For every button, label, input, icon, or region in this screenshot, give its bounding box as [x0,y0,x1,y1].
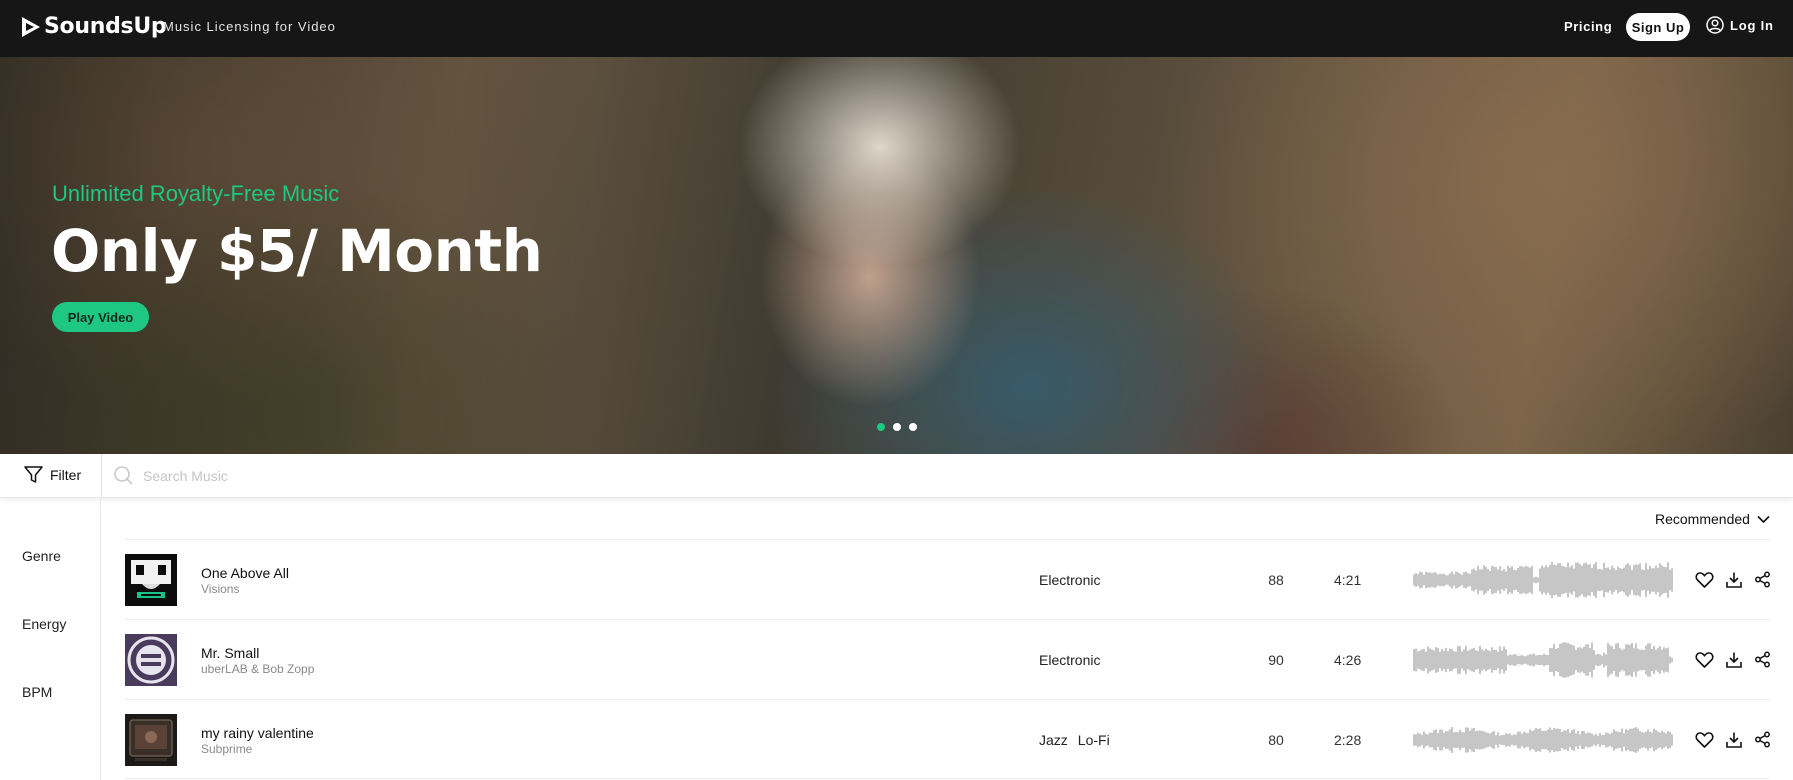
carousel-dot-2[interactable] [893,423,901,431]
track-title[interactable]: Mr. Small [201,645,259,661]
share-icon[interactable] [1753,570,1772,589]
track-title[interactable]: my rainy valentine [201,725,314,741]
album-cover[interactable] [125,554,177,606]
genre-tag[interactable]: Electronic [1039,652,1100,668]
sidebar-item-energy[interactable]: Energy [22,616,66,632]
chevron-down-icon [1757,515,1770,523]
track-duration: 4:21 [1334,572,1362,588]
track-duration: 4:26 [1334,652,1362,668]
filter-sidebar: Genre Energy BPM [0,498,101,780]
genre-tag[interactable]: Electronic [1039,572,1100,588]
hero-title: Only $5/ Month [51,217,543,285]
sidebar-item-bpm[interactable]: BPM [22,684,52,700]
play-video-button[interactable]: Play Video [52,302,149,332]
play-triangle-icon [22,16,40,37]
carousel-dot-3[interactable] [909,423,917,431]
track-row: my rainy valentine Subprime Jazz Lo-Fi 8… [125,699,1770,779]
brand-tagline: Music Licensing for Video [163,19,336,34]
track-genres: Electronic [1039,572,1100,588]
brand-logo[interactable]: SoundsUp [20,14,167,39]
heart-icon[interactable] [1695,730,1714,749]
funnel-icon [24,466,43,483]
brand-name: SoundsUp [44,14,167,39]
search-divider [101,454,102,498]
download-icon[interactable] [1724,650,1743,669]
share-icon[interactable] [1753,730,1772,749]
track-bpm: 88 [1268,572,1284,588]
album-cover[interactable] [125,634,177,686]
heart-icon[interactable] [1695,570,1714,589]
track-row: Mr. Small uberLAB & Bob Zopp Electronic … [125,619,1770,699]
download-icon[interactable] [1724,730,1743,749]
track-bpm: 90 [1268,652,1284,668]
heart-icon[interactable] [1695,650,1714,669]
track-waveform[interactable] [1413,719,1675,761]
track-waveform[interactable] [1413,639,1675,681]
hero-banner: Unlimited Royalty-Free Music Only $5/ Mo… [0,57,1793,454]
log-in-link[interactable]: Log In [1706,16,1774,34]
hero-subtitle: Unlimited Royalty-Free Music [52,181,340,206]
track-list: One Above All Visions Electronic 88 4:21… [125,539,1770,779]
track-artist[interactable]: Subprime [201,742,252,756]
download-icon[interactable] [1724,570,1743,589]
track-actions [1695,650,1772,669]
search-bar: Filter [0,454,1793,498]
track-artist[interactable]: uberLAB & Bob Zopp [201,662,314,676]
track-genres: Electronic [1039,652,1100,668]
search-input[interactable] [143,464,943,488]
genre-tag[interactable]: Lo-Fi [1078,732,1110,748]
genre-tag[interactable]: Jazz [1039,732,1068,748]
track-bpm: 80 [1268,732,1284,748]
track-actions [1695,730,1772,749]
top-navigation-bar: SoundsUp Music Licensing for Video Prici… [0,0,1793,57]
track-duration: 2:28 [1334,732,1362,748]
track-actions [1695,570,1772,589]
track-title[interactable]: One Above All [201,565,289,581]
filter-button[interactable]: Filter [23,464,81,485]
filter-label: Filter [50,466,82,483]
nav-link-pricing[interactable]: Pricing [1564,19,1612,34]
search-icon [114,466,133,485]
album-cover[interactable] [125,714,177,766]
track-row: One Above All Visions Electronic 88 4:21 [125,539,1770,619]
user-icon [1706,16,1724,34]
log-in-label: Log In [1730,17,1774,33]
track-waveform[interactable] [1413,559,1675,601]
carousel-dot-1[interactable] [877,423,885,431]
sort-dropdown[interactable]: Recommended [1655,511,1770,527]
carousel-pagination [877,423,917,431]
share-icon[interactable] [1753,650,1772,669]
track-genres: Jazz Lo-Fi [1039,732,1110,748]
track-artist[interactable]: Visions [201,582,239,596]
sidebar-item-genre[interactable]: Genre [22,548,61,564]
sort-selected-value: Recommended [1655,511,1750,527]
sign-up-button[interactable]: Sign Up [1626,13,1690,41]
